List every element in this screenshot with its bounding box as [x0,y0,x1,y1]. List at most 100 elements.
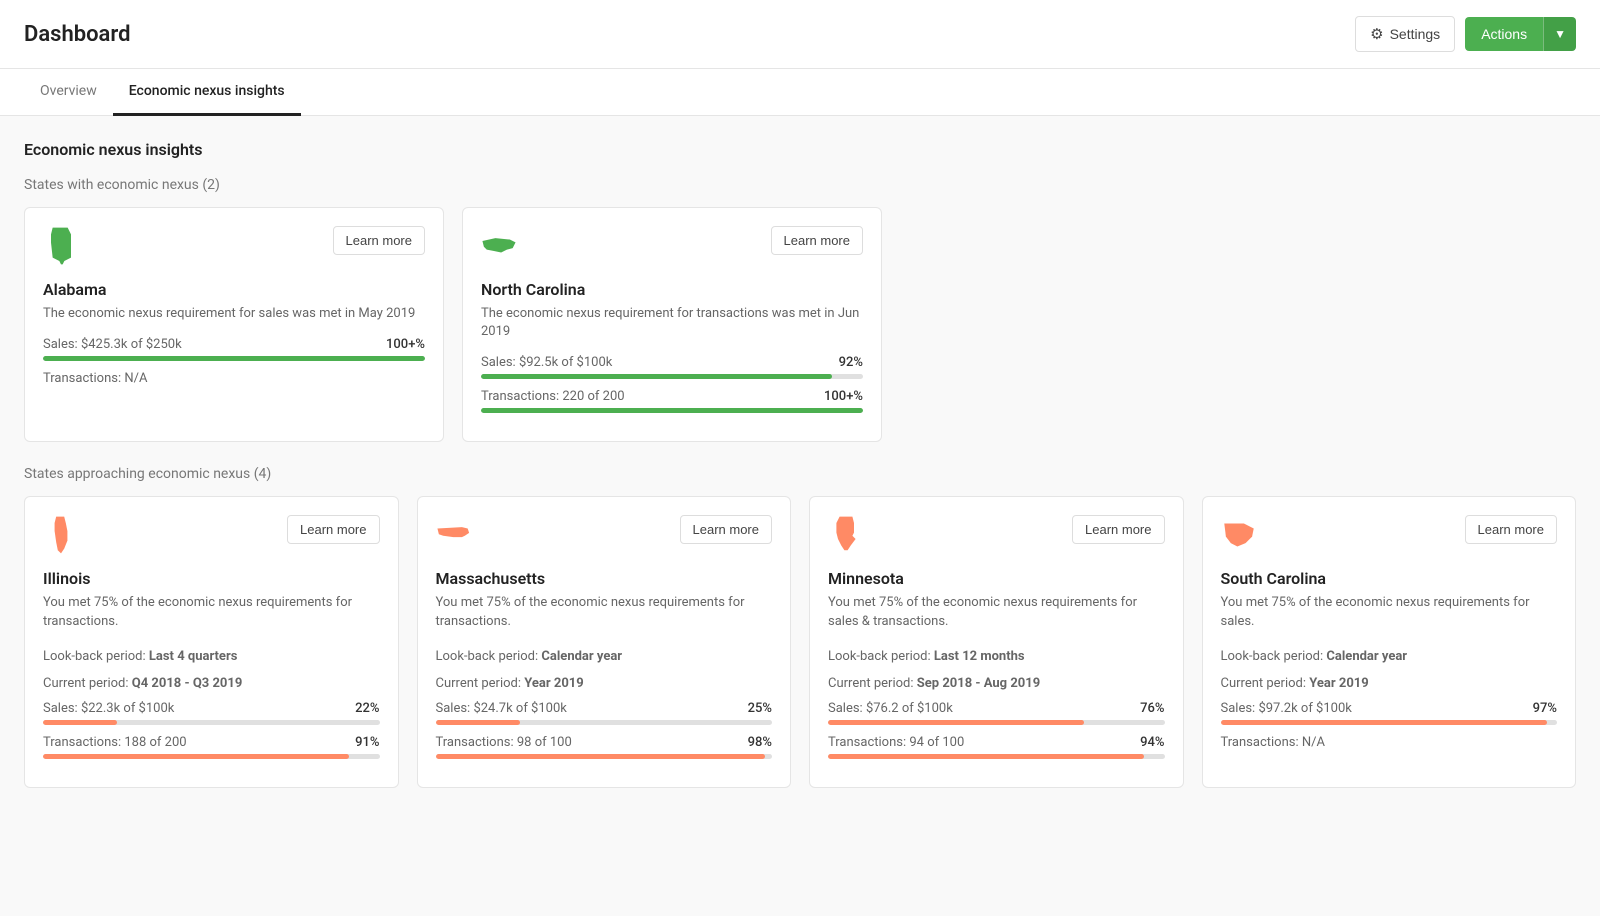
sc-sales-progress-bg [1221,720,1558,725]
illinois-transactions-pct: 91% [355,735,379,750]
illinois-transactions-metric: Transactions: 188 of 200 91% [43,735,380,759]
illinois-sales-progress-fill [43,720,117,725]
illinois-description: You met 75% of the economic nexus requir… [43,594,380,630]
illinois-state-icon [43,515,79,555]
massachusetts-period-label: Current period: Year 2019 [436,676,584,691]
nc-transactions-pct: 100+% [824,389,863,404]
alabama-sales-metric: Sales: $425.3k of $250k 100+% [43,337,425,361]
card-south-carolina: Learn more South Carolina You met 75% of… [1202,496,1577,787]
massachusetts-sales-progress-bg [436,720,773,725]
nc-sales-label: Sales: $92.5k of $100k [481,355,612,370]
main-content: Economic nexus insights States with econ… [0,116,1600,916]
north-carolina-state-icon [481,226,517,266]
alabama-transactions-label: Transactions: N/A [43,371,147,386]
sc-transactions-label: Transactions: N/A [1221,735,1325,750]
minnesota-transactions-progress-fill [828,754,1144,759]
sc-sales-pct: 97% [1533,701,1557,716]
nc-transactions-progress-bg [481,408,863,413]
minnesota-description: You met 75% of the economic nexus requir… [828,594,1165,630]
tab-economic-nexus[interactable]: Economic nexus insights [113,69,301,116]
sc-description: You met 75% of the economic nexus requir… [1221,594,1558,630]
minnesota-period-label: Current period: Sep 2018 - Aug 2019 [828,676,1040,691]
card-massachusetts: Learn more Massachusetts You met 75% of … [417,496,792,787]
nc-sales-metric: Sales: $92.5k of $100k 92% [481,355,863,379]
massachusetts-learn-more-button[interactable]: Learn more [680,515,772,544]
illinois-transactions-progress-bg [43,754,380,759]
massachusetts-transactions-metric: Transactions: 98 of 100 98% [436,735,773,759]
subsection-nexus-approaching: States approaching economic nexus (4) [24,466,1576,482]
nc-sales-pct: 92% [839,355,863,370]
illinois-transactions-progress-fill [43,754,349,759]
actions-button-dropdown[interactable]: ▼ [1543,17,1576,51]
card-alabama: Learn more Alabama The economic nexus re… [24,207,444,442]
minnesota-transactions-label: Transactions: 94 of 100 [828,735,964,750]
sc-transactions-metric: Transactions: N/A [1221,735,1558,750]
massachusetts-transactions-progress-bg [436,754,773,759]
massachusetts-state-name: Massachusetts [436,569,773,588]
nc-sales-progress-bg [481,374,863,379]
massachusetts-state-icon [436,515,472,555]
header-actions: ⚙ Settings Actions ▼ [1355,16,1576,52]
alabama-learn-more-button[interactable]: Learn more [333,226,425,255]
card-minnesota: Learn more Minnesota You met 75% of the … [809,496,1184,787]
illinois-period: Current period: Q4 2018 - Q3 2019 [43,672,380,691]
sc-learn-more-button[interactable]: Learn more [1465,515,1557,544]
card-nc-header: Learn more [481,226,863,266]
tab-overview[interactable]: Overview [24,69,113,116]
minnesota-lookback: Look-back period: Last 12 months [828,645,1165,664]
illinois-sales-progress-bg [43,720,380,725]
nc-transactions-label: Transactions: 220 of 200 [481,389,625,404]
massachusetts-transactions-progress-fill [436,754,766,759]
minnesota-transactions-metric: Transactions: 94 of 100 94% [828,735,1165,759]
massachusetts-lookback: Look-back period: Calendar year [436,645,773,664]
minnesota-sales-progress-fill [828,720,1084,725]
minnesota-sales-progress-bg [828,720,1165,725]
massachusetts-sales-progress-fill [436,720,520,725]
illinois-lookback: Look-back period: Last 4 quarters [43,645,380,664]
alabama-state-icon [43,226,79,266]
nc-state-name: North Carolina [481,280,863,299]
minnesota-learn-more-button[interactable]: Learn more [1072,515,1164,544]
alabama-state-name: Alabama [43,280,425,299]
settings-button[interactable]: ⚙ Settings [1355,16,1455,52]
sc-sales-label: Sales: $97.2k of $100k [1221,701,1352,716]
nexus-approaching-cards: Learn more Illinois You met 75% of the e… [24,496,1576,787]
page-title: Dashboard [24,22,130,47]
massachusetts-sales-metric: Sales: $24.7k of $100k 25% [436,701,773,725]
section-title: Economic nexus insights [24,140,1576,159]
alabama-sales-label: Sales: $425.3k of $250k [43,337,182,352]
illinois-lookback-label: Look-back period: Last 4 quarters [43,649,237,664]
massachusetts-lookback-label: Look-back period: Calendar year [436,649,623,664]
sc-period: Current period: Year 2019 [1221,672,1558,691]
minnesota-sales-pct: 76% [1140,701,1164,716]
sc-lookback-label: Look-back period: Calendar year [1221,649,1408,664]
illinois-transactions-label: Transactions: 188 of 200 [43,735,187,750]
illinois-sales-metric: Sales: $22.3k of $100k 22% [43,701,380,725]
nc-learn-more-button[interactable]: Learn more [771,226,863,255]
massachusetts-transactions-pct: 98% [748,735,772,750]
south-carolina-state-icon [1221,515,1257,555]
settings-label: Settings [1390,26,1441,42]
alabama-sales-pct: 100+% [386,337,425,352]
subsection-nexus-met: States with economic nexus (2) [24,177,1576,193]
massachusetts-description: You met 75% of the economic nexus requir… [436,594,773,630]
massachusetts-sales-label: Sales: $24.7k of $100k [436,701,567,716]
minnesota-lookback-label: Look-back period: Last 12 months [828,649,1025,664]
massachusetts-period: Current period: Year 2019 [436,672,773,691]
nc-description: The economic nexus requirement for trans… [481,305,863,341]
gear-icon: ⚙ [1370,25,1383,43]
minnesota-sales-metric: Sales: $76.2 of $100k 76% [828,701,1165,725]
massachusetts-transactions-label: Transactions: 98 of 100 [436,735,572,750]
actions-button-main[interactable]: Actions [1465,17,1543,51]
tab-bar: Overview Economic nexus insights [0,69,1600,116]
illinois-sales-pct: 22% [355,701,379,716]
minnesota-transactions-progress-bg [828,754,1165,759]
card-massachusetts-header: Learn more [436,515,773,555]
card-sc-header: Learn more [1221,515,1558,555]
massachusetts-sales-pct: 25% [748,701,772,716]
sc-sales-metric: Sales: $97.2k of $100k 97% [1221,701,1558,725]
illinois-learn-more-button[interactable]: Learn more [287,515,379,544]
card-north-carolina: Learn more North Carolina The economic n… [462,207,882,442]
minnesota-period: Current period: Sep 2018 - Aug 2019 [828,672,1165,691]
card-illinois-header: Learn more [43,515,380,555]
